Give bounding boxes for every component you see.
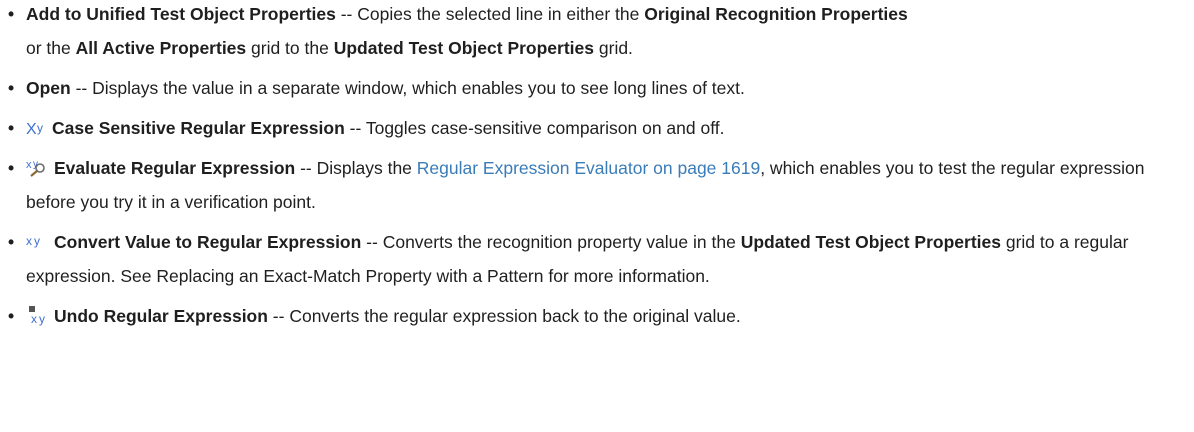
text-segment: -- Displays the — [295, 158, 417, 178]
term-original-recognition-properties: Original Recognition Properties — [644, 4, 908, 24]
text-segment: or the — [26, 38, 76, 58]
term-open: Open — [26, 78, 71, 98]
bullet-marker: • — [8, 118, 15, 138]
text-segment: grid to the — [246, 38, 334, 58]
text-segment: -- Converts the regular expression back … — [267, 306, 741, 326]
list-item-open: • Open -- Displays the value in a separa… — [8, 71, 1188, 105]
term-updated-test-object-properties: Updated Test Object Properties — [740, 232, 1001, 252]
term-evaluate: Evaluate Regular Expression — [54, 158, 296, 178]
svg-text:y: y — [34, 234, 40, 248]
text-segment: -- Toggles case-sensitive comparison on … — [344, 118, 725, 138]
list-item-case-sensitive: • X y Case Sensitive Regular Expression … — [8, 111, 1188, 145]
text-segment: grid. — [594, 38, 633, 58]
svg-text:X: X — [26, 121, 37, 138]
svg-text:x: x — [31, 312, 37, 326]
text-segment: -- Copies the selected line in either th… — [335, 4, 645, 24]
term-undo: Undo Regular Expression — [54, 306, 268, 326]
bullet-marker: • — [8, 78, 15, 98]
term-updated-test-object-properties: Updated Test Object Properties — [333, 38, 595, 58]
term-all-active-properties: All Active Properties — [75, 38, 247, 58]
term-convert: Convert Value to Regular Expression — [54, 232, 362, 252]
bullet-list: • Add to Unified Test Object Properties … — [0, 0, 1188, 333]
list-item-undo: • x y Undo Regular Expression -- Convert… — [8, 299, 1188, 333]
term-case-sensitive: Case Sensitive Regular Expression — [52, 118, 345, 138]
list-item-evaluate: • x y Evaluate Regular Expression -- Dis… — [8, 151, 1188, 219]
list-item-add-to-unified: • Add to Unified Test Object Properties … — [8, 0, 1188, 65]
svg-text:x: x — [26, 234, 32, 248]
bullet-marker: • — [8, 158, 15, 178]
bullet-marker: • — [8, 232, 15, 252]
text-segment: -- Converts the recognition property val… — [361, 232, 741, 252]
undo-regex-icon: x y — [26, 306, 50, 326]
bullet-marker: • — [8, 4, 15, 24]
bullet-marker: • — [8, 306, 15, 326]
svg-text:y: y — [39, 312, 45, 326]
svg-text:y: y — [37, 121, 43, 135]
case-sensitive-regex-icon: X y — [26, 120, 48, 138]
convert-to-regex-icon: x y — [26, 234, 50, 252]
regex-evaluator-link[interactable]: Regular Expression Evaluator on page 161… — [417, 158, 760, 178]
svg-text:x: x — [26, 159, 32, 171]
term-add-to-unified: Add to Unified Test Object Properties — [26, 4, 336, 24]
text-segment: -- Displays the value in a separate wind… — [70, 78, 745, 98]
list-item-convert: • x y Convert Value to Regular Expressio… — [8, 225, 1188, 293]
evaluate-regex-icon: x y — [26, 158, 50, 178]
